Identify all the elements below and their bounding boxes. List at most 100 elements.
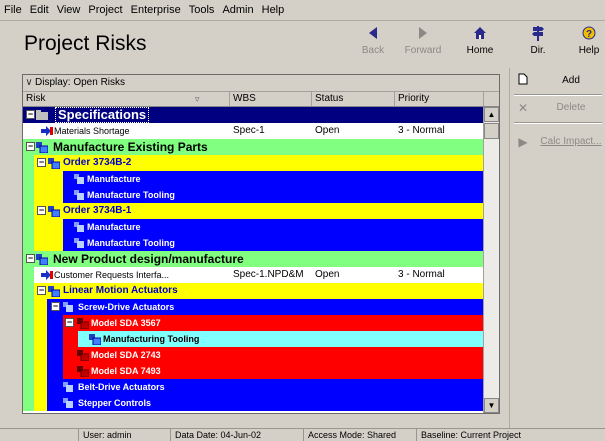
subtask-icon [74, 174, 84, 184]
risk-arrow-icon [41, 270, 53, 280]
wbs-cell: Spec-1 [233, 125, 265, 136]
tree-row-model[interactable]: Model SDA 2743 [23, 347, 484, 363]
status-user: User: admin [78, 429, 153, 441]
collapse-toggle-icon[interactable]: − [51, 302, 60, 311]
tree-row-task[interactable]: Manufacture Tooling [23, 187, 484, 203]
add-button[interactable]: Add [510, 70, 605, 92]
col-priority[interactable]: Priority [395, 92, 484, 106]
forward-label: Forward [404, 45, 442, 56]
risk-row[interactable]: Materials Shortage Spec-1 Open 3 - Normal [23, 123, 484, 139]
separator [514, 122, 602, 124]
row-label: Stepper Controls [78, 398, 152, 408]
scroll-thumb[interactable] [484, 123, 499, 139]
risk-task-icon [77, 318, 90, 330]
home-button[interactable]: Home [464, 25, 496, 63]
collapse-toggle-icon[interactable]: − [26, 142, 35, 151]
status-cell: Open [315, 125, 340, 136]
menu-help[interactable]: Help [258, 0, 289, 20]
collapse-toggle-icon[interactable]: − [37, 286, 46, 295]
task-icon [48, 286, 61, 298]
menu-edit[interactable]: Edit [26, 0, 53, 20]
header: Project Risks Back Forward Home Dir. ? H… [0, 21, 605, 65]
collapse-toggle-icon[interactable]: − [65, 318, 74, 327]
grid-rows: − Specifications Materials Shortage Spec-1 O… [23, 107, 484, 413]
tree-row-model[interactable]: Model SDA 7493 [23, 363, 484, 379]
row-label: Manufacture Tooling [87, 238, 175, 248]
delete-x-icon: ✕ [517, 101, 529, 115]
help-label: Help [578, 45, 600, 56]
tree-row-task[interactable]: Manufacture Tooling [23, 235, 484, 251]
subtask-icon [63, 382, 73, 392]
task-icon [48, 206, 61, 218]
row-label: Manufacture Existing Parts [53, 140, 208, 154]
home-icon [464, 25, 496, 45]
collapse-toggle-icon[interactable]: − [26, 254, 35, 263]
menu-file[interactable]: File [0, 0, 26, 20]
row-label: Customer Requests Interfa... [54, 270, 170, 280]
tree-row-group[interactable]: Stepper Controls [23, 395, 484, 411]
task-icon [36, 254, 49, 266]
menu-project[interactable]: Project [84, 0, 126, 20]
scroll-down-arrow-icon[interactable]: ▼ [484, 398, 499, 413]
tree-row-order[interactable]: − Order 3734B-1 [23, 203, 484, 219]
status-baseline: Baseline: Current Project [416, 429, 571, 441]
tree-row-tooling[interactable]: Manufacturing Tooling [23, 331, 484, 347]
tree-row-task[interactable]: Manufacture [23, 171, 484, 187]
calc-impact-label: Calc Impact... [540, 136, 602, 147]
menu-view[interactable]: View [53, 0, 85, 20]
scroll-up-arrow-icon[interactable]: ▲ [484, 107, 499, 122]
row-label: Model SDA 2743 [91, 350, 161, 360]
row-label: Manufacturing Tooling [103, 334, 200, 344]
menu-tools[interactable]: Tools [185, 0, 219, 20]
tree-row-order[interactable]: − Order 3734B-2 [23, 155, 484, 171]
row-label: New Product design/manufacture [53, 252, 244, 266]
row-label: Linear Motion Actuators [63, 285, 178, 296]
add-label: Add [562, 75, 580, 86]
row-label: Order 3734B-1 [63, 205, 132, 216]
tree-row-model[interactable]: − Model SDA 3567 [23, 315, 484, 331]
help-button[interactable]: ? Help [577, 25, 601, 63]
subtask-icon [63, 398, 73, 408]
col-wbs[interactable]: WBS [230, 92, 312, 106]
status-cell: Open [315, 269, 340, 280]
delete-button[interactable]: ✕ Delete [510, 97, 605, 119]
play-arrow-icon: ▶ [518, 135, 528, 149]
tree-row-phase[interactable]: − Manufacture Existing Parts [23, 139, 484, 155]
subtask-icon [74, 190, 84, 200]
tree-row-phase[interactable]: − New Product design/manufacture [23, 251, 484, 267]
subtask-icon [74, 222, 84, 232]
directory-button[interactable]: Dir. [526, 25, 550, 63]
forward-button[interactable]: Forward [401, 25, 445, 63]
row-label: Manufacture Tooling [87, 190, 175, 200]
status-access-mode: Access Mode: Shared [303, 429, 415, 441]
tree-row-task[interactable]: Manufacture [23, 219, 484, 235]
menu-enterprise[interactable]: Enterprise [127, 0, 185, 20]
display-filter-label: Display: Open Risks [35, 77, 126, 88]
back-button[interactable]: Back [358, 25, 388, 63]
col-status[interactable]: Status [312, 92, 395, 106]
new-document-icon [516, 70, 530, 92]
row-label: Manufacture [87, 222, 141, 232]
tree-row-group[interactable]: Belt-Drive Actuators [23, 379, 484, 395]
collapse-toggle-icon[interactable]: − [37, 158, 46, 167]
row-label: Model SDA 7493 [91, 366, 161, 376]
menu-admin[interactable]: Admin [218, 0, 257, 20]
calc-impact-button[interactable]: ▶ Calc Impact... [510, 131, 605, 153]
tree-row-group[interactable]: − Linear Motion Actuators [23, 283, 484, 299]
svg-text:?: ? [586, 29, 592, 40]
row-label: Specifications [55, 107, 150, 123]
row-label: Model SDA 3567 [91, 318, 161, 328]
row-label: Screw-Drive Actuators [78, 302, 175, 312]
row-label: Materials Shortage [54, 126, 130, 136]
filter-icon[interactable]: ▿ [195, 92, 200, 106]
risk-row[interactable]: Customer Requests Interfa... Spec-1.NPD&M… [23, 267, 484, 283]
tree-row-group[interactable]: − Screw-Drive Actuators [23, 299, 484, 315]
tree-row-specifications[interactable]: − Specifications [23, 107, 484, 123]
collapse-toggle-icon[interactable]: − [37, 206, 46, 215]
vertical-scrollbar[interactable]: ▲ ▼ [483, 107, 499, 413]
display-filter[interactable]: ∨ Display: Open Risks [23, 75, 499, 92]
home-label: Home [466, 45, 494, 56]
collapse-toggle-icon[interactable]: − [26, 110, 35, 119]
back-arrow-icon [358, 25, 388, 45]
risk-grid: ∨ Display: Open Risks Risk ▿ WBS Status P… [22, 74, 500, 414]
